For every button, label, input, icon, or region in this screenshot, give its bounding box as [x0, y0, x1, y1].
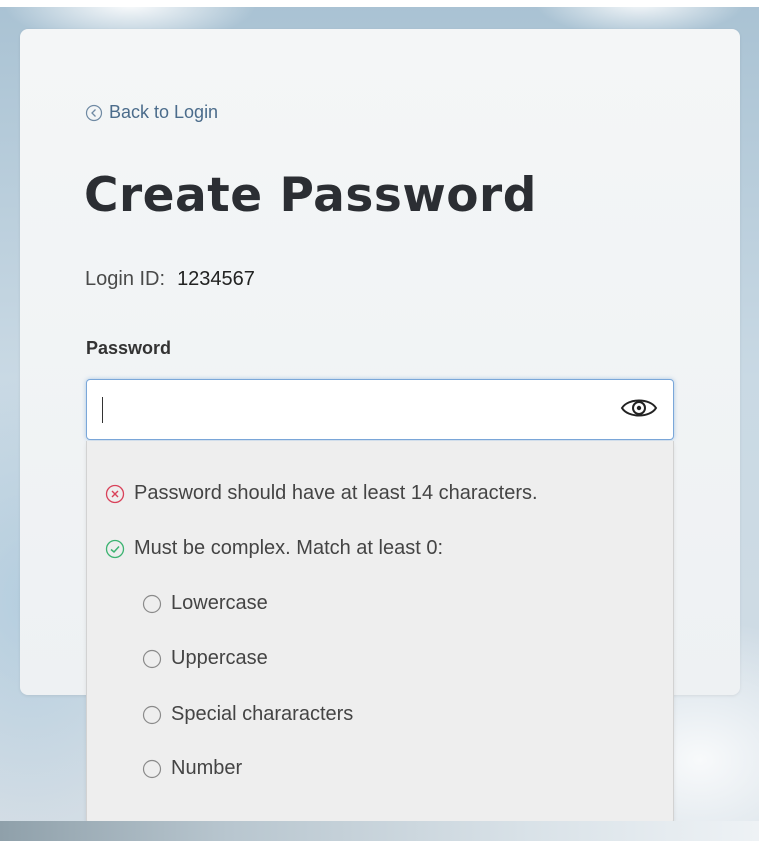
rule-special-characters-text: Special chararacters — [171, 703, 354, 725]
rule-min-length-text: Password should have at least 14 charact… — [134, 482, 538, 504]
login-id-label: Login ID: — [85, 268, 166, 290]
password-input-container — [86, 379, 674, 440]
login-id-value: 1234567 — [177, 268, 255, 290]
password-field-label: Password — [86, 338, 172, 358]
rule-number: Number — [141, 757, 242, 780]
rule-uppercase: Uppercase — [141, 647, 268, 670]
back-to-login-link[interactable]: Back to Login — [85, 102, 218, 123]
login-id-row: Login ID: 1234567 — [85, 268, 255, 291]
check-circle-icon — [104, 538, 126, 560]
eye-icon — [620, 395, 658, 426]
chevron-left-circle-icon — [85, 104, 103, 122]
window-top-edge — [0, 0, 759, 7]
back-to-login-label: Back to Login — [109, 102, 219, 122]
empty-circle-icon — [141, 593, 163, 615]
rule-number-text: Number — [171, 757, 243, 779]
text-cursor — [102, 397, 103, 423]
rule-lowercase-text: Lowercase — [171, 592, 268, 614]
password-input[interactable] — [97, 388, 601, 434]
rule-uppercase-text: Uppercase — [171, 647, 268, 669]
empty-circle-icon — [141, 758, 163, 780]
background-bottom-strip — [0, 821, 759, 841]
rule-lowercase: Lowercase — [141, 592, 268, 615]
empty-circle-icon — [141, 648, 163, 670]
show-password-toggle[interactable] — [619, 393, 659, 427]
rule-complexity-text: Must be complex. Match at least 0: — [134, 537, 444, 559]
rule-complexity: Must be complex. Match at least 0: — [104, 537, 443, 560]
empty-circle-icon — [141, 704, 163, 726]
page-title: Create Password — [84, 168, 537, 223]
x-circle-icon — [104, 483, 126, 505]
rule-min-length: Password should have at least 14 charact… — [104, 482, 538, 505]
rule-special-characters: Special chararacters — [141, 703, 353, 726]
